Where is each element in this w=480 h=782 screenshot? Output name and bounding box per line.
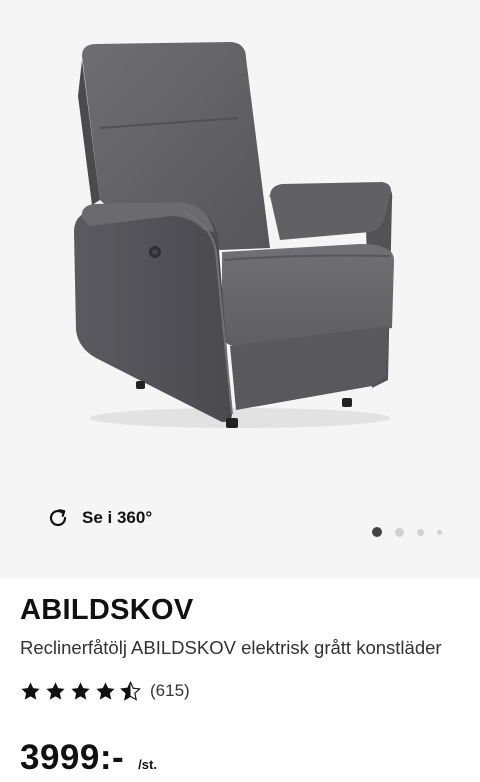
star-icon — [71, 681, 90, 700]
price-unit: /st. — [138, 757, 157, 772]
view-360-label: Se i 360° — [82, 508, 153, 527]
product-page: Se i 360° ABILDSKOV Reclinerfåtölj ABILD… — [0, 0, 480, 782]
pagination-dot-2[interactable] — [395, 527, 404, 537]
product-gallery[interactable]: Se i 360° — [0, 0, 480, 578]
rotate-icon — [49, 509, 67, 527]
pagination-dot-3[interactable] — [417, 528, 424, 536]
star-icon — [96, 681, 115, 700]
star-half-icon — [120, 680, 141, 701]
view-360-button[interactable]: Se i 360° — [46, 505, 152, 531]
product-brand: ABILDSKOV — [20, 594, 194, 626]
star-icon — [46, 681, 65, 700]
product-info: ABILDSKOV Reclinerfåtölj ABILDSKOV elekt… — [20, 590, 460, 702]
price-row: 3999:- /st. — [20, 738, 157, 778]
product-image[interactable] — [0, 0, 480, 480]
product-price: 3999:- — [20, 738, 125, 777]
product-rating[interactable]: (615) — [20, 680, 460, 702]
rating-stars — [20, 680, 145, 702]
review-count: (615) — [150, 681, 190, 700]
pagination-dot-4[interactable] — [437, 529, 442, 535]
gallery-pagination — [359, 527, 442, 537]
star-icon — [21, 681, 40, 700]
pagination-dot-1[interactable] — [372, 527, 382, 537]
product-description: Reclinerfåtölj ABILDSKOV elektrisk grått… — [20, 637, 442, 658]
